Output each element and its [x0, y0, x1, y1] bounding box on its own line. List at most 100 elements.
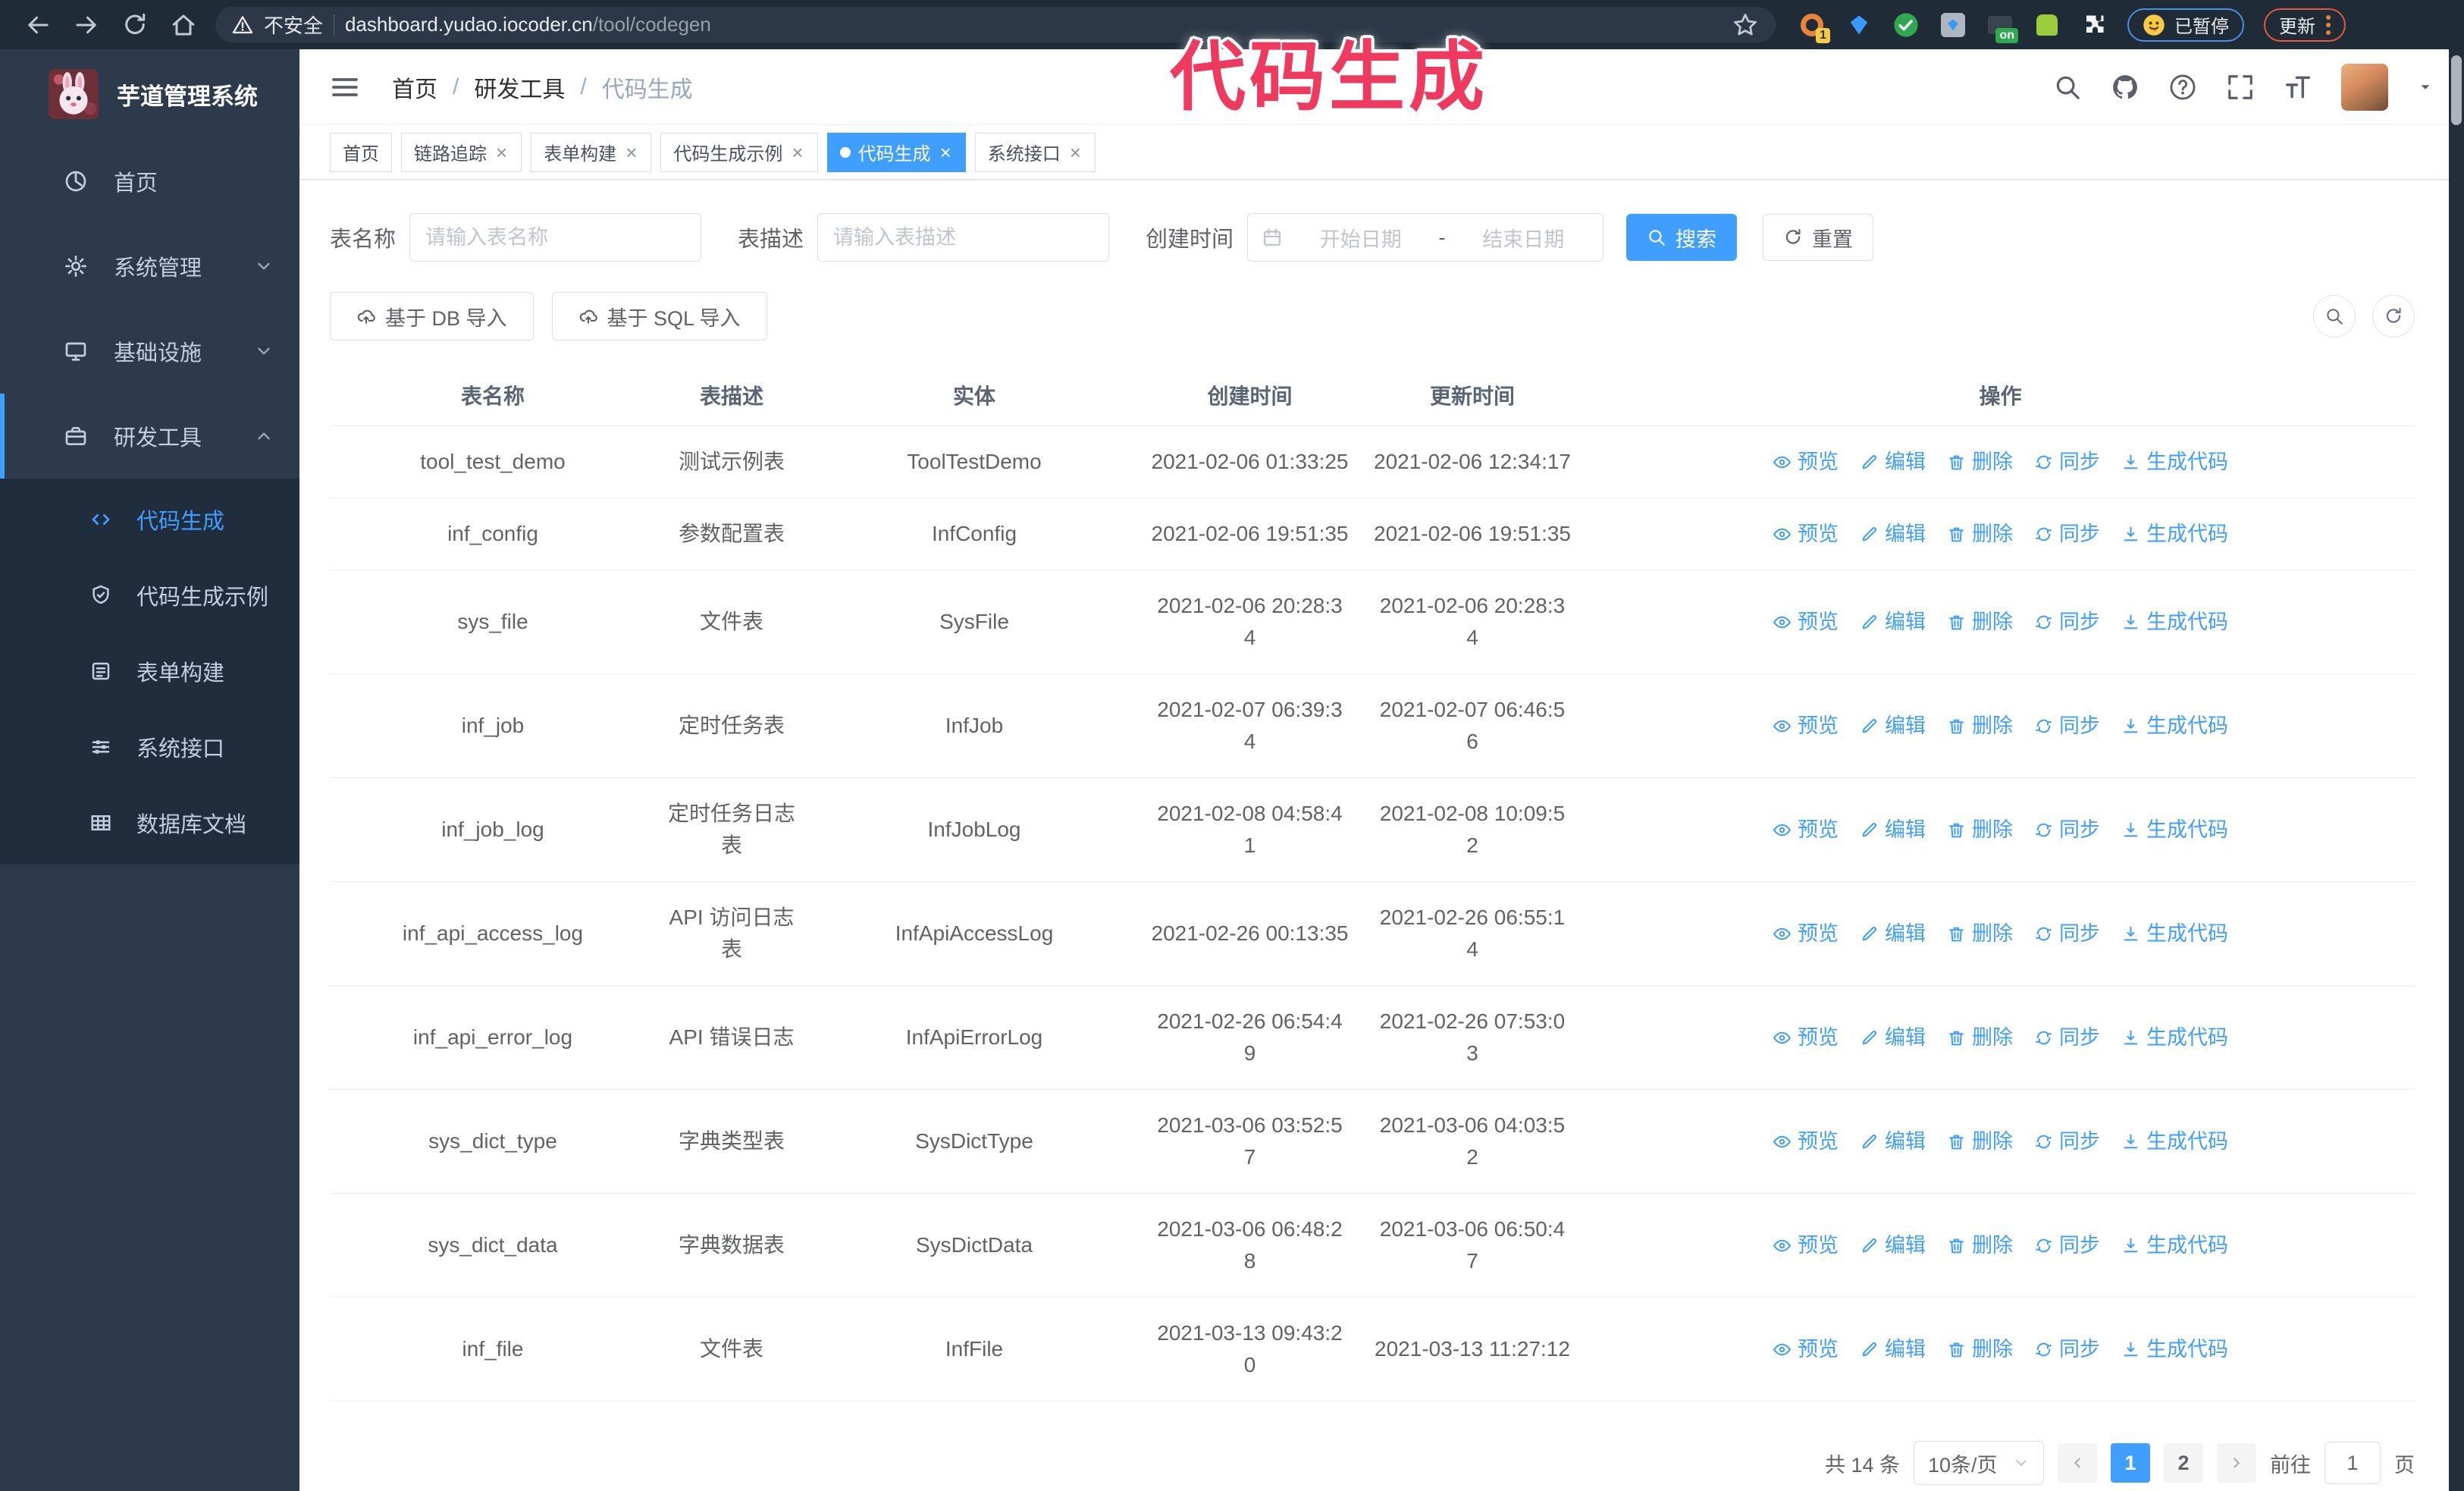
help-icon[interactable] [2168, 73, 2197, 102]
sidebar-item-system-api[interactable]: 系统接口 [0, 709, 299, 785]
action-sync-link[interactable]: 同步 [2034, 814, 2100, 846]
sidebar-item-infrastructure[interactable]: 基础设施 [0, 309, 299, 394]
table-row[interactable]: sys_dict_type 字典类型表 SysDictType 2021-03-… [330, 1089, 2415, 1194]
action-sync-link[interactable]: 同步 [2034, 518, 2100, 550]
action-generate-link[interactable]: 生成代码 [2121, 518, 2228, 550]
action-generate-link[interactable]: 生成代码 [2121, 446, 2228, 478]
table-row[interactable]: inf_file 文件表 InfFile 2021-03-13 09:43:2 … [330, 1297, 2415, 1402]
table-row[interactable]: inf_job 定时任务表 InfJob 2021-02-07 06:39:3 … [330, 673, 2415, 778]
extension-icon-green[interactable] [2033, 11, 2061, 39]
action-edit-link[interactable]: 编辑 [1860, 710, 1926, 742]
goto-page-input[interactable] [2324, 1442, 2381, 1484]
table-name-input[interactable] [409, 213, 702, 262]
refresh-table-button[interactable] [2372, 295, 2415, 337]
close-icon[interactable]: × [939, 143, 953, 162]
action-edit-link[interactable]: 编辑 [1860, 1229, 1926, 1261]
tag-system-api[interactable]: 系统接口 × [974, 132, 1096, 172]
action-preview-link[interactable]: 预览 [1773, 606, 1839, 638]
user-avatar[interactable] [2341, 63, 2388, 111]
action-generate-link[interactable]: 生成代码 [2121, 918, 2228, 950]
tag-home[interactable]: 首页 [330, 132, 392, 172]
sidebar-item-home[interactable]: 首页 [0, 139, 299, 224]
action-preview-link[interactable]: 预览 [1773, 710, 1839, 742]
close-icon[interactable]: × [790, 143, 804, 162]
extension-icon-orange[interactable]: 1 [1798, 11, 1830, 43]
action-delete-link[interactable]: 删除 [1947, 518, 2013, 550]
table-row[interactable]: inf_api_access_log API 访问日志表 InfApiAcces… [330, 881, 2415, 986]
extension-icon-diamond[interactable] [1845, 11, 1873, 39]
action-generate-link[interactable]: 生成代码 [2121, 1022, 2228, 1053]
github-icon[interactable] [2111, 73, 2140, 102]
breadcrumb-home[interactable]: 首页 [392, 71, 437, 104]
action-preview-link[interactable]: 预览 [1773, 1125, 1839, 1157]
action-preview-link[interactable]: 预览 [1773, 1333, 1839, 1365]
hamburger-icon[interactable] [330, 72, 360, 102]
tag-codegen-active[interactable]: 代码生成 × [826, 132, 966, 172]
action-generate-link[interactable]: 生成代码 [2121, 710, 2228, 742]
search-button[interactable]: 搜索 [1626, 214, 1738, 261]
action-preview-link[interactable]: 预览 [1773, 446, 1839, 478]
table-row[interactable]: tool_test_demo 测试示例表 ToolTestDemo 2021-0… [330, 425, 2415, 498]
action-edit-link[interactable]: 编辑 [1860, 814, 1926, 846]
scrollbar-thumb[interactable] [2451, 55, 2462, 125]
extension-puzzle-icon[interactable] [2080, 11, 2108, 39]
browser-reload-button[interactable] [121, 11, 149, 39]
extension-icon-dark-on[interactable]: on [1986, 11, 2018, 43]
breadcrumb-devtools[interactable]: 研发工具 [474, 71, 565, 104]
import-sql-button[interactable]: 基于 SQL 导入 [551, 292, 767, 341]
action-delete-link[interactable]: 删除 [1947, 1022, 2013, 1053]
action-sync-link[interactable]: 同步 [2034, 1022, 2100, 1053]
table-row[interactable]: sys_dict_data 字典数据表 SysDictData 2021-03-… [330, 1193, 2415, 1298]
action-delete-link[interactable]: 删除 [1947, 1333, 2013, 1365]
action-edit-link[interactable]: 编辑 [1860, 446, 1926, 478]
browser-forward-button[interactable] [73, 11, 100, 39]
sidebar-item-codegen[interactable]: 代码生成 [0, 482, 299, 557]
close-icon[interactable]: × [494, 143, 509, 162]
action-edit-link[interactable]: 编辑 [1860, 918, 1926, 950]
browser-update-button[interactable]: 更新 [2264, 8, 2346, 42]
action-delete-link[interactable]: 删除 [1947, 1125, 2013, 1157]
page-button-1[interactable]: 1 [2111, 1443, 2150, 1483]
next-page-button[interactable] [2217, 1443, 2256, 1483]
table-row[interactable]: sys_file 文件表 SysFile 2021-02-06 20:28:3 … [330, 570, 2415, 674]
search-icon[interactable] [2053, 73, 2082, 102]
app-logo[interactable]: 芋道管理系统 [0, 49, 299, 139]
table-row[interactable]: inf_api_error_log API 错误日志 InfApiErrorLo… [330, 985, 2415, 1090]
action-delete-link[interactable]: 删除 [1947, 1229, 2013, 1261]
action-edit-link[interactable]: 编辑 [1860, 1022, 1926, 1053]
action-generate-link[interactable]: 生成代码 [2121, 1229, 2228, 1261]
action-preview-link[interactable]: 预览 [1773, 1022, 1839, 1053]
page-scrollbar[interactable] [2449, 49, 2464, 1491]
sidebar-item-devtools[interactable]: 研发工具 [0, 394, 299, 479]
action-sync-link[interactable]: 同步 [2034, 1229, 2100, 1261]
tag-tracing[interactable]: 链路追踪 × [401, 132, 522, 172]
action-preview-link[interactable]: 预览 [1773, 1229, 1839, 1261]
action-preview-link[interactable]: 预览 [1773, 518, 1839, 550]
action-generate-link[interactable]: 生成代码 [2121, 1333, 2228, 1365]
table-row[interactable]: inf_config 参数配置表 InfConfig 2021-02-06 19… [330, 498, 2415, 570]
sidebar-item-form-builder[interactable]: 表单构建 [0, 633, 299, 709]
reset-button[interactable]: 重置 [1763, 214, 1874, 261]
action-edit-link[interactable]: 编辑 [1860, 1125, 1926, 1157]
extension-icon-check[interactable] [1892, 11, 1920, 39]
action-generate-link[interactable]: 生成代码 [2121, 1125, 2228, 1157]
table-row[interactable]: inf_job_log 定时任务日志表 InfJobLog 2021-02-08… [330, 777, 2415, 882]
import-db-button[interactable]: 基于 DB 导入 [330, 292, 534, 341]
prev-page-button[interactable] [2058, 1443, 2097, 1483]
action-edit-link[interactable]: 编辑 [1860, 518, 1926, 550]
action-delete-link[interactable]: 删除 [1947, 918, 2013, 950]
date-range-picker[interactable]: 开始日期 - 结束日期 [1247, 213, 1604, 262]
action-preview-link[interactable]: 预览 [1773, 814, 1839, 846]
sidebar-item-db-docs[interactable]: 数据库文档 [0, 785, 299, 861]
action-sync-link[interactable]: 同步 [2034, 446, 2100, 478]
action-preview-link[interactable]: 预览 [1773, 918, 1839, 950]
browser-home-button[interactable] [170, 11, 197, 39]
avatar-caret-down-icon[interactable] [2417, 79, 2434, 96]
action-sync-link[interactable]: 同步 [2034, 1333, 2100, 1365]
sidebar-item-system-mgmt[interactable]: 系统管理 [0, 224, 299, 309]
action-delete-link[interactable]: 删除 [1947, 446, 2013, 478]
close-icon[interactable]: × [1068, 143, 1083, 162]
browser-address-bar[interactable]: 不安全 dashboard.yudao.iocoder.cn/tool/code… [215, 7, 1776, 42]
extension-icon-grid[interactable] [1939, 11, 1967, 39]
action-delete-link[interactable]: 删除 [1947, 606, 2013, 638]
